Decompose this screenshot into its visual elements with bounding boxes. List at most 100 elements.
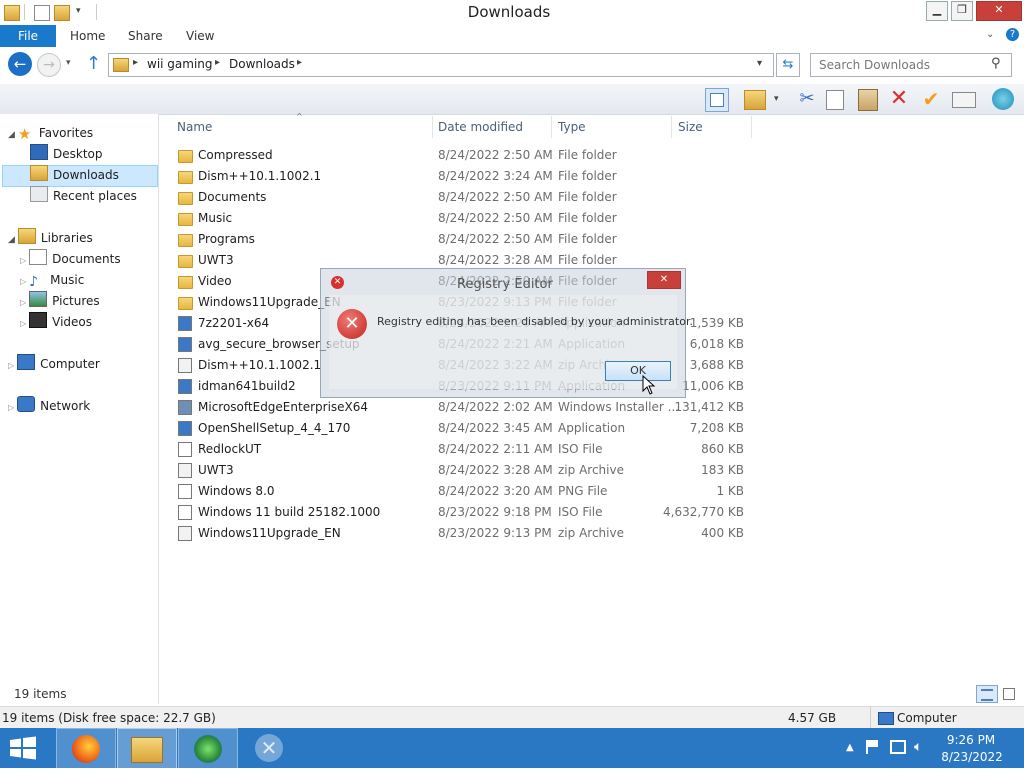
close-button[interactable]: ✕ bbox=[976, 1, 1022, 21]
file-row[interactable]: OpenShellSetup_4_4_170 8/24/2022 3:45 AM A… bbox=[172, 418, 750, 439]
column-size[interactable]: Size bbox=[678, 120, 703, 134]
tab-view[interactable]: View bbox=[186, 29, 214, 43]
file-type: zip Archive bbox=[558, 463, 624, 477]
maximize-button[interactable]: ❐ bbox=[951, 1, 973, 21]
column-divider[interactable] bbox=[551, 116, 552, 138]
copy-icon[interactable] bbox=[826, 90, 844, 110]
minimize-button[interactable]: ▁ bbox=[926, 1, 948, 21]
folder-icon bbox=[178, 171, 193, 184]
action-center-icon[interactable] bbox=[866, 740, 882, 754]
file-row[interactable]: UWT3 8/24/2022 3:28 AM zip Archive 183 KB bbox=[172, 460, 750, 481]
file-date: 8/24/2022 2:02 AM bbox=[438, 400, 553, 414]
folder-options-icon[interactable] bbox=[744, 90, 766, 110]
collapsed-icon[interactable]: ▷ bbox=[20, 319, 26, 328]
file-row[interactable]: Windows 11 build 25182.1000 8/23/2022 9:1… bbox=[172, 502, 750, 523]
nav-item-desktop[interactable]: Desktop bbox=[30, 144, 103, 164]
column-date-modified[interactable]: Date modified bbox=[438, 120, 523, 134]
breadcrumb-arrow-icon[interactable]: ▸ bbox=[133, 57, 138, 68]
start-button[interactable] bbox=[8, 735, 38, 761]
nav-network[interactable]: ▷ Network bbox=[8, 396, 90, 416]
delete-icon[interactable]: ✕ bbox=[888, 88, 910, 110]
breadcrumb-item[interactable]: Downloads bbox=[229, 57, 295, 71]
nav-item-documents[interactable]: ▷ Documents bbox=[20, 249, 121, 269]
file-row[interactable]: Windows11Upgrade_EN 8/23/2022 9:13 PM zip … bbox=[172, 523, 750, 544]
tab-home[interactable]: Home bbox=[70, 29, 105, 43]
file-row[interactable]: Programs 8/24/2022 2:50 AM File folder bbox=[172, 229, 750, 250]
taskbar-idm[interactable] bbox=[178, 728, 238, 770]
tab-share[interactable]: Share bbox=[128, 29, 163, 43]
address-dropdown-icon[interactable]: ▾ bbox=[757, 58, 762, 69]
nav-libraries[interactable]: ◢ Libraries bbox=[8, 228, 93, 248]
file-row[interactable]: MicrosoftEdgeEnterpriseX64 8/24/2022 2:02… bbox=[172, 397, 750, 418]
dropdown-icon[interactable]: ▾ bbox=[774, 94, 779, 104]
nav-item-videos[interactable]: ▷ Videos bbox=[20, 312, 92, 332]
show-hidden-icons[interactable]: ▲ bbox=[846, 742, 854, 753]
dialog-close-button[interactable]: ✕ bbox=[647, 271, 681, 289]
collapsed-icon[interactable]: ▷ bbox=[20, 298, 26, 307]
file-row[interactable]: Music 8/24/2022 2:50 AM File folder bbox=[172, 208, 750, 229]
nav-computer[interactable]: ▷ Computer bbox=[8, 354, 100, 374]
column-type[interactable]: Type bbox=[558, 120, 586, 134]
nav-item-music[interactable]: ▷ ♪ Music bbox=[20, 270, 84, 290]
file-type: File folder bbox=[558, 148, 617, 162]
search-box[interactable]: Search Downloads ⚲ bbox=[810, 53, 1012, 77]
taskbar-file-explorer[interactable] bbox=[117, 728, 177, 770]
back-button[interactable]: ← bbox=[8, 52, 32, 76]
file-name: Documents bbox=[198, 190, 267, 204]
breadcrumb-item[interactable]: wii gaming bbox=[147, 57, 213, 71]
nav-item-pictures[interactable]: ▷ Pictures bbox=[20, 291, 100, 311]
file-tab[interactable]: File bbox=[0, 25, 56, 47]
large-icons-view-button[interactable] bbox=[1000, 685, 1018, 701]
taskbar-firefox[interactable] bbox=[56, 728, 116, 770]
expand-icon[interactable]: ◢ bbox=[8, 235, 15, 245]
address-bar[interactable]: ▸ wii gaming ▸ Downloads ▸ ▾ bbox=[108, 53, 774, 77]
taskbar-registry-editor[interactable]: ✕ bbox=[240, 728, 298, 768]
volume-muted-icon[interactable]: 🔈︎ bbox=[914, 739, 922, 755]
breadcrumb-arrow-icon[interactable]: ▸ bbox=[215, 57, 220, 68]
collapsed-icon[interactable]: ▷ bbox=[8, 403, 14, 412]
clock-date[interactable]: 8/23/2022 bbox=[940, 750, 1004, 764]
cut-icon[interactable]: ✂ bbox=[796, 88, 818, 110]
collapsed-icon[interactable]: ▷ bbox=[8, 361, 14, 370]
error-small-icon: ✕ bbox=[331, 276, 344, 289]
refresh-button[interactable]: ⇆ bbox=[776, 53, 800, 77]
zip-file-icon bbox=[178, 358, 192, 373]
up-button[interactable]: ↑ bbox=[86, 54, 101, 74]
nav-item-recent-places[interactable]: Recent places bbox=[30, 186, 137, 206]
zip-file-icon bbox=[178, 463, 192, 478]
paste-icon[interactable] bbox=[858, 89, 878, 111]
rename-icon[interactable] bbox=[952, 92, 976, 108]
expand-ribbon-icon[interactable]: ⌄ bbox=[986, 29, 994, 40]
column-divider[interactable] bbox=[751, 116, 752, 138]
expand-icon[interactable]: ◢ bbox=[8, 130, 15, 140]
help-icon[interactable]: ? bbox=[1006, 28, 1019, 41]
file-row[interactable]: RedlockUT 8/24/2022 2:11 AM ISO File 860 KB bbox=[172, 439, 750, 460]
collapsed-icon[interactable]: ▷ bbox=[20, 256, 26, 265]
column-name[interactable]: Name bbox=[177, 120, 212, 134]
nav-label: Desktop bbox=[53, 147, 103, 161]
recent-locations-icon[interactable]: ▾ bbox=[66, 58, 71, 68]
nav-item-downloads[interactable]: Downloads bbox=[30, 165, 119, 185]
forward-button[interactable]: → bbox=[37, 53, 61, 77]
file-row[interactable]: Compressed 8/24/2022 2:50 AM File folder bbox=[172, 145, 750, 166]
globe-icon[interactable] bbox=[992, 88, 1014, 110]
column-divider[interactable] bbox=[432, 116, 433, 138]
file-row[interactable]: Dism++10.1.1002.1 8/24/2022 3:24 AM File f… bbox=[172, 166, 750, 187]
clock-time[interactable]: 9:26 PM bbox=[946, 733, 996, 747]
checkmark-icon[interactable]: ✔ bbox=[920, 88, 942, 110]
details-view-button[interactable] bbox=[976, 685, 998, 703]
network-icon bbox=[17, 396, 36, 412]
search-icon[interactable]: ⚲ bbox=[991, 56, 1001, 71]
network-tray-icon[interactable] bbox=[890, 740, 906, 754]
file-row[interactable]: Documents 8/24/2022 2:50 AM File folder bbox=[172, 187, 750, 208]
preview-pane-icon[interactable] bbox=[705, 88, 729, 112]
file-name: RedlockUT bbox=[198, 442, 262, 456]
column-divider[interactable] bbox=[671, 116, 672, 138]
search-input[interactable]: Search Downloads bbox=[819, 58, 930, 72]
nav-favorites[interactable]: ◢ ★ Favorites bbox=[8, 123, 93, 143]
ok-button[interactable]: OK bbox=[605, 361, 671, 381]
collapsed-icon[interactable]: ▷ bbox=[20, 277, 26, 286]
breadcrumb-arrow-icon[interactable]: ▸ bbox=[297, 57, 302, 68]
mouse-cursor-icon bbox=[642, 375, 656, 395]
file-row[interactable]: Windows 8.0 8/24/2022 3:20 AM PNG File 1 KB bbox=[172, 481, 750, 502]
